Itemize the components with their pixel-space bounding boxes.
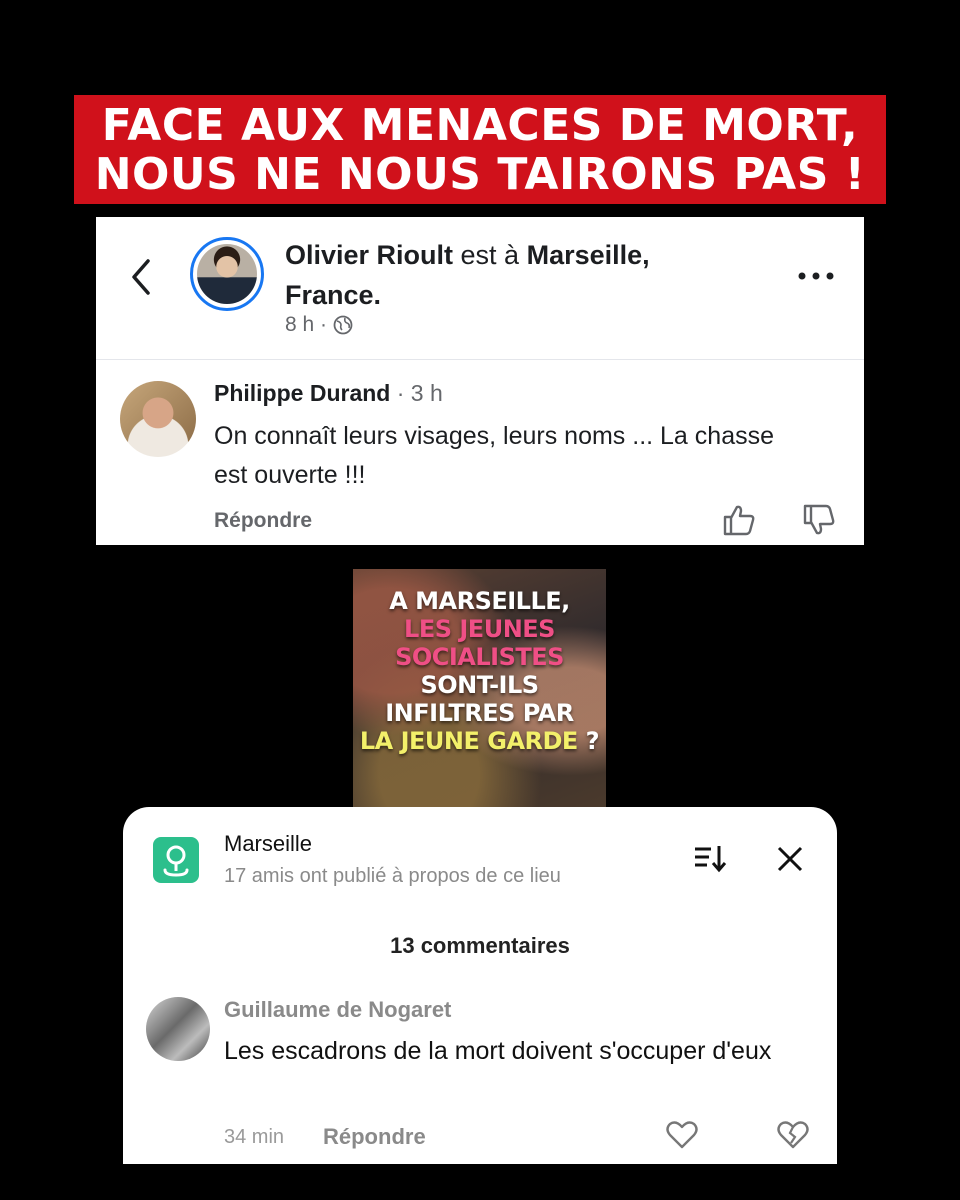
post-location-prefix: est à xyxy=(453,240,527,270)
heart-icon[interactable] xyxy=(666,1120,698,1150)
comment-text: On connaît leurs visages, leurs noms ...… xyxy=(214,422,774,489)
comment-text: Les escadrons de la mort doivent s'occup… xyxy=(224,1037,772,1065)
commenter-name[interactable]: Guillaume de Nogaret xyxy=(224,997,451,1023)
commenter-avatar[interactable] xyxy=(120,381,196,457)
more-icon[interactable] xyxy=(796,269,836,283)
facebook-post-card: Olivier Rioult est à Marseille, France. … xyxy=(96,217,864,545)
author-avatar[interactable] xyxy=(190,237,264,311)
place-subtitle: 17 amis ont publié à propos de ce lieu xyxy=(224,865,561,887)
globe-icon xyxy=(333,315,353,335)
thumbnail-line-5: INFILTRES PAR xyxy=(385,699,574,727)
commenter-name[interactable]: Philippe Durand xyxy=(214,380,390,406)
reply-button[interactable]: Répondre xyxy=(323,1124,426,1150)
broken-heart-icon[interactable] xyxy=(777,1120,809,1150)
headline-line-1: FACE AUX MENACES DE MORT, xyxy=(101,100,859,151)
place-name: Marseille xyxy=(224,831,313,856)
headline-banner: FACE AUX MENACES DE MORT, NOUS NE NOUS T… xyxy=(74,95,886,204)
commenter-avatar[interactable] xyxy=(146,997,210,1061)
close-icon[interactable] xyxy=(776,845,804,873)
comment-time: · 3 h xyxy=(390,380,443,406)
thumbnail-line-1: A MARSEILLE, xyxy=(389,587,570,615)
divider xyxy=(96,359,864,360)
back-icon[interactable] xyxy=(130,257,152,297)
post-time: 8 h · xyxy=(285,313,328,336)
video-thumbnail[interactable]: A MARSEILLE, LES JEUNES SOCIALISTES SONT… xyxy=(353,569,606,809)
comment-time: 34 min xyxy=(224,1126,285,1148)
author-avatar-image xyxy=(197,244,257,304)
thumbnail-line-6-highlight: LA JEUNE GARDE xyxy=(359,727,578,755)
thumbs-down-icon[interactable] xyxy=(802,503,836,537)
thumbnail-line-2: LES JEUNES xyxy=(404,615,555,643)
sort-icon[interactable] xyxy=(693,843,727,873)
location-pin-icon xyxy=(153,837,199,883)
thumbnail-line-4: SONT-ILS xyxy=(420,671,539,699)
comment-count: 13 commentaires xyxy=(390,933,570,958)
post-title: Olivier Rioult est à Marseille, France. xyxy=(285,235,745,315)
thumbnail-line-3: SOCIALISTES xyxy=(395,643,564,671)
thumbs-up-icon[interactable] xyxy=(722,503,756,537)
thumbnail-line-6-suffix: ? xyxy=(577,727,600,755)
headline-line-2: NOUS NE NOUS TAIRONS PAS ! xyxy=(94,149,866,200)
reply-button[interactable]: Répondre xyxy=(214,509,312,533)
post-author[interactable]: Olivier Rioult xyxy=(285,240,453,270)
place-comments-sheet: Marseille 17 amis ont publié à propos de… xyxy=(123,807,837,1164)
comment-header: Philippe Durand · 3 h xyxy=(214,380,443,407)
post-meta: 8 h · xyxy=(285,313,353,337)
thumbnail-line-6: LA JEUNE GARDE ? xyxy=(353,727,606,755)
